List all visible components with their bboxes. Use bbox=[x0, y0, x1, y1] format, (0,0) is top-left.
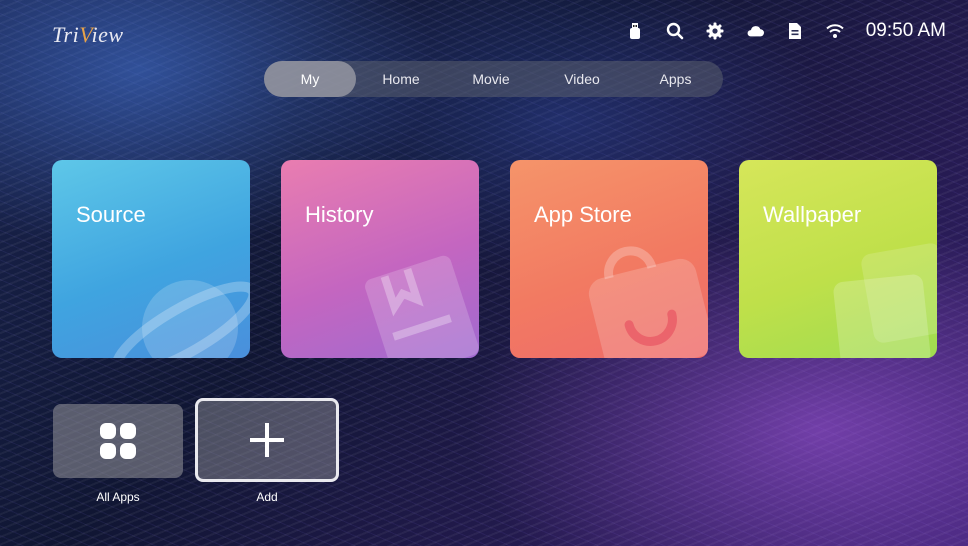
add-label: Add bbox=[256, 490, 278, 504]
logo-text-suffix: iew bbox=[91, 22, 124, 47]
tile-source[interactable]: Source bbox=[52, 160, 250, 358]
cloud-icon[interactable] bbox=[746, 22, 764, 40]
top-nav-tabs: My Home Movie Video Apps bbox=[264, 61, 723, 97]
planet-icon bbox=[111, 280, 250, 358]
grid-icon bbox=[100, 423, 136, 459]
brand-logo: TriView bbox=[52, 22, 124, 48]
wifi-icon[interactable] bbox=[826, 22, 844, 40]
tile-history[interactable]: History bbox=[281, 160, 479, 358]
status-bar: 09:50 AM bbox=[626, 20, 946, 42]
tile-wallpaper-label: Wallpaper bbox=[763, 202, 862, 227]
tab-home[interactable]: Home bbox=[356, 61, 446, 97]
tile-wallpaper[interactable]: Wallpaper bbox=[739, 160, 937, 358]
add-button[interactable] bbox=[195, 398, 339, 482]
tile-source-label: Source bbox=[76, 202, 146, 227]
logo-text-v: V bbox=[79, 22, 92, 47]
gear-icon[interactable] bbox=[706, 22, 724, 40]
usb-icon bbox=[626, 22, 644, 40]
all-apps-button[interactable] bbox=[53, 404, 183, 478]
tile-app-store[interactable]: App Store bbox=[510, 160, 708, 358]
shopping-bag-icon bbox=[588, 246, 708, 358]
tile-history-label: History bbox=[305, 202, 374, 227]
tile-app-store-label: App Store bbox=[534, 202, 632, 227]
clock-time: 09:50 AM bbox=[865, 20, 946, 41]
tab-apps[interactable]: Apps bbox=[628, 61, 723, 97]
tab-video[interactable]: Video bbox=[536, 61, 628, 97]
tab-movie[interactable]: Movie bbox=[446, 61, 536, 97]
tab-my[interactable]: My bbox=[264, 61, 356, 97]
file-icon[interactable] bbox=[786, 22, 804, 40]
plus-icon bbox=[250, 423, 284, 457]
logo-text-prefix: Tri bbox=[52, 22, 80, 47]
book-icon bbox=[365, 255, 479, 358]
image-icon bbox=[833, 243, 937, 358]
search-icon[interactable] bbox=[666, 22, 684, 40]
all-apps-label: All Apps bbox=[96, 490, 140, 504]
